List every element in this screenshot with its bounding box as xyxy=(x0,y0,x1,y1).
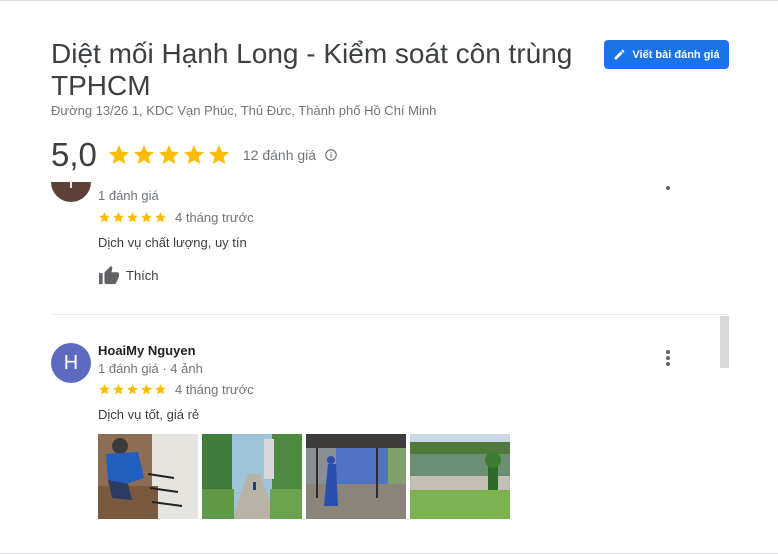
star-icon xyxy=(127,384,138,395)
star-icon xyxy=(127,212,138,223)
more-options-icon[interactable] xyxy=(666,186,670,190)
review-rating: 4 tháng trước xyxy=(98,382,254,397)
review-divider xyxy=(51,314,728,315)
place-title: Diệt mối Hạnh Long - Kiểm soát côn trùng… xyxy=(51,38,573,101)
star-icon xyxy=(208,145,229,164)
review-photo[interactable] xyxy=(306,434,406,519)
scrollbar-thumb[interactable] xyxy=(720,316,729,368)
review-photo[interactable] xyxy=(98,434,198,519)
write-review-label: Viết bài đánh giá xyxy=(632,48,720,61)
review-text: Dịch vụ tốt, giá rẻ xyxy=(98,407,200,422)
avatar[interactable]: H xyxy=(51,343,91,383)
more-options-icon[interactable] xyxy=(660,349,676,367)
star-icon xyxy=(141,384,152,395)
avatar[interactable]: T xyxy=(51,182,91,202)
review-time: 4 tháng trước xyxy=(175,382,254,397)
star-icon xyxy=(113,212,124,223)
top-border xyxy=(0,0,778,1)
star-icon xyxy=(113,384,124,395)
star-icon xyxy=(155,384,166,395)
like-label: Thích xyxy=(126,267,159,283)
review-stars xyxy=(98,383,167,396)
rating-stars xyxy=(107,143,231,167)
like-button[interactable]: Thích xyxy=(98,264,159,286)
thumb-up-icon xyxy=(98,265,120,285)
star-icon xyxy=(155,212,166,223)
write-review-button[interactable]: Viết bài đánh giá xyxy=(604,40,729,69)
star-icon xyxy=(158,145,179,164)
rating-score: 5,0 xyxy=(51,136,97,173)
pencil-icon xyxy=(613,48,626,61)
star-icon xyxy=(99,212,110,223)
reviewer-name[interactable]: HoaiMy Nguyen xyxy=(98,343,196,358)
avatar-letter: H xyxy=(63,352,79,374)
rating-summary: 5,0 12 đánh giá xyxy=(51,135,338,175)
review-count: 12 đánh giá xyxy=(242,147,317,163)
reviews-list[interactable]: T 1 đánh giá 4 tháng trước Dịch vụ chất … xyxy=(0,182,778,554)
review-photo[interactable] xyxy=(202,434,302,519)
review-text: Dịch vụ chất lượng, uy tín xyxy=(98,235,247,250)
star-icon xyxy=(133,145,154,164)
info-icon[interactable] xyxy=(324,148,338,162)
review-rating: 4 tháng trước xyxy=(98,210,254,225)
avatar-letter: T xyxy=(65,182,77,192)
reviewer-meta[interactable]: 1 đánh giá · 4 ảnh xyxy=(98,361,203,376)
place-address: Đường 13/26 1, KDC Vạn Phúc, Thủ Đức, Th… xyxy=(51,103,437,118)
review-photos xyxy=(98,434,510,519)
star-icon xyxy=(183,145,204,164)
review-time: 4 tháng trước xyxy=(175,210,254,225)
review-photo[interactable] xyxy=(410,434,510,519)
star-icon xyxy=(99,384,110,395)
reviewer-meta[interactable]: 1 đánh giá xyxy=(98,188,159,203)
review-stars xyxy=(98,211,167,224)
star-icon xyxy=(141,212,152,223)
star-icon xyxy=(108,145,129,164)
